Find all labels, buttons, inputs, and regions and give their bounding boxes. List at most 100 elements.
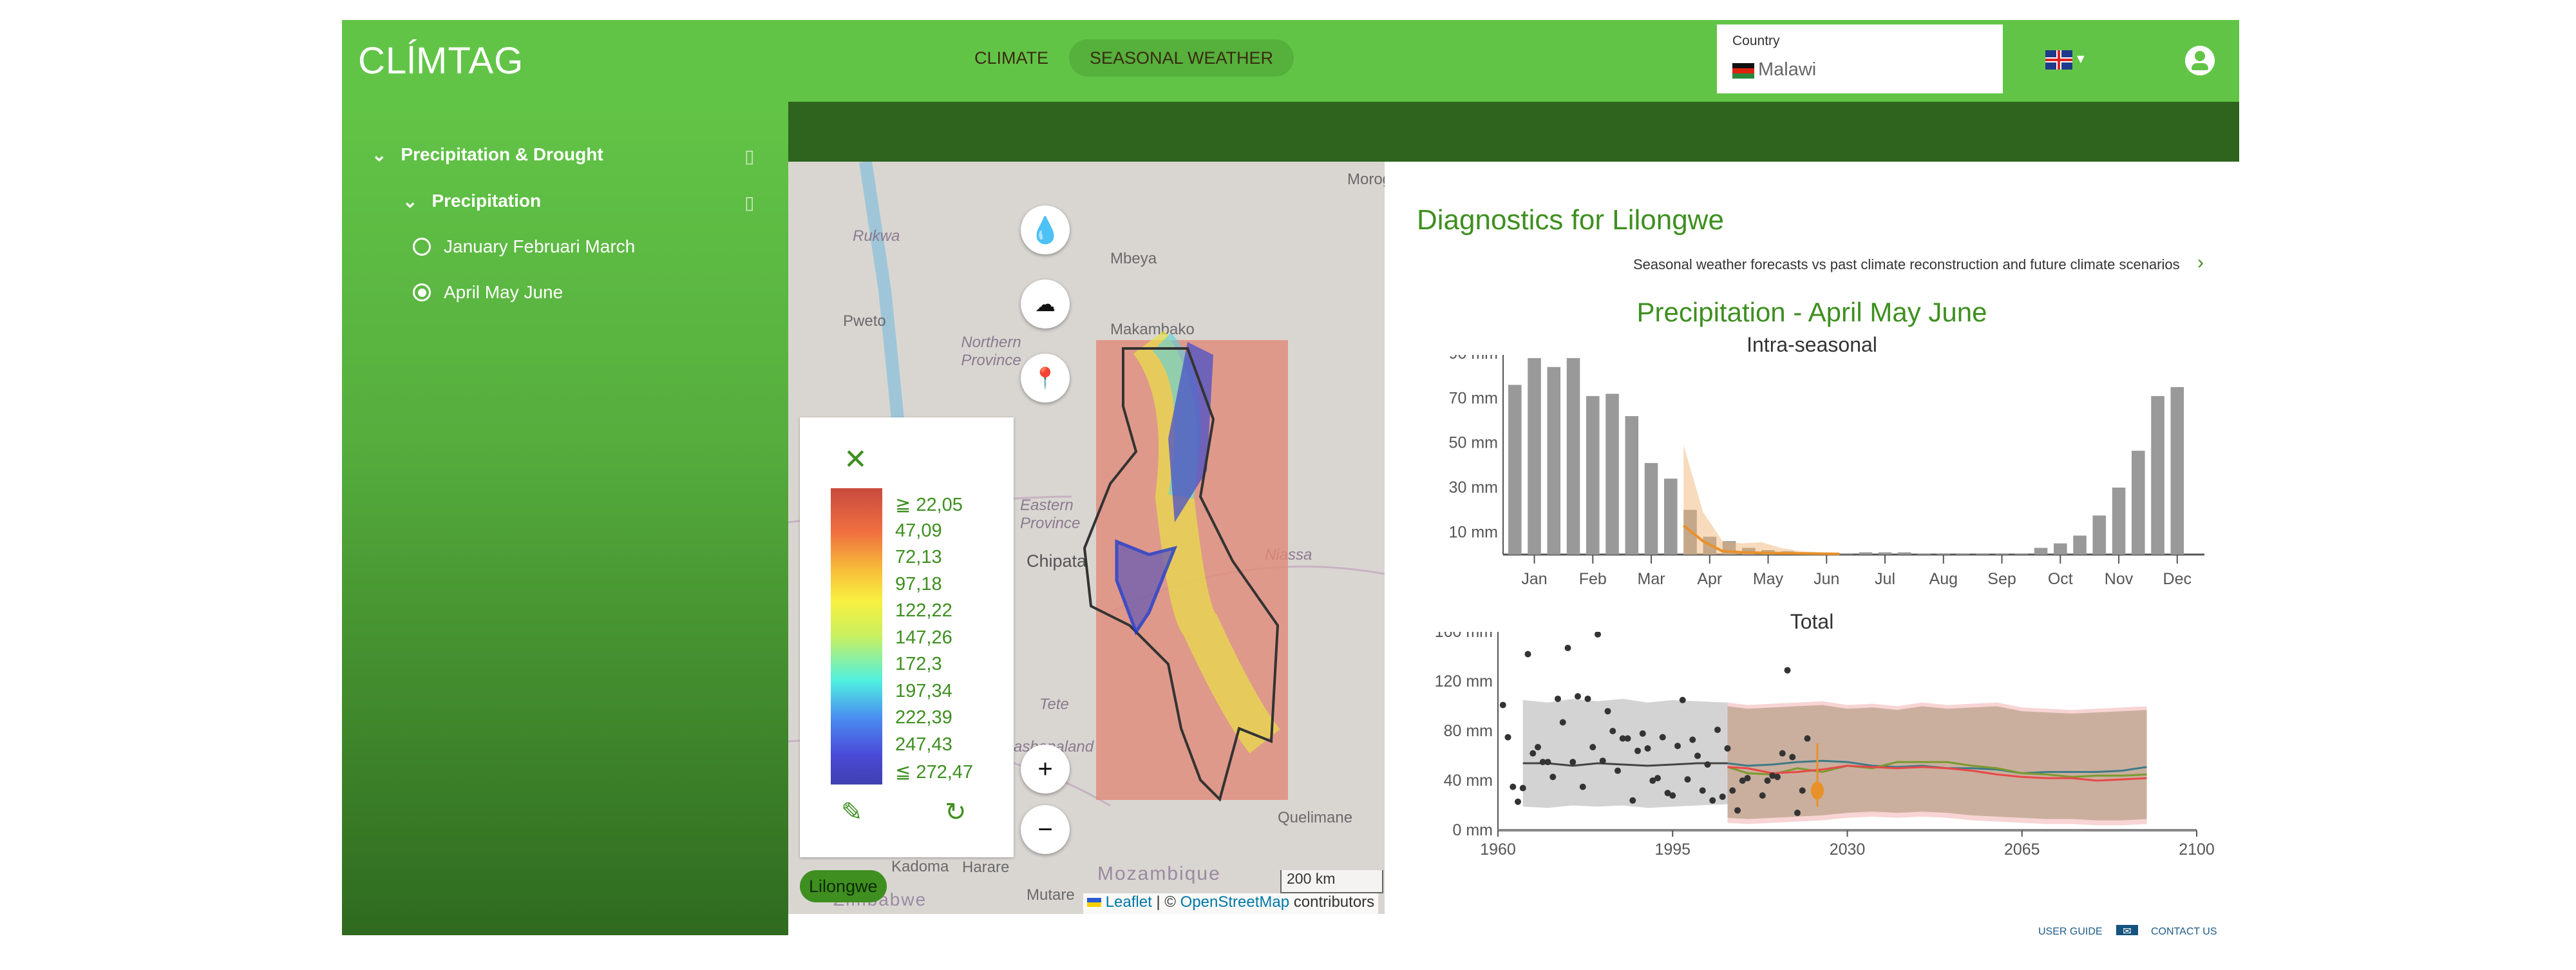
- x-tick-label: May: [1753, 570, 1784, 588]
- x-tick-label: Mar: [1638, 570, 1665, 588]
- uk-flag-icon[interactable]: [2045, 50, 2072, 70]
- observed-point: [1799, 787, 1806, 794]
- legend-label: 247,43: [895, 734, 952, 755]
- map-icon[interactable]: ▯: [744, 192, 754, 213]
- option-jfm[interactable]: January Februari March: [413, 231, 635, 263]
- observed-point: [1729, 787, 1736, 794]
- bar: [1898, 552, 1911, 555]
- observed-point: [1535, 744, 1541, 751]
- x-tick-label: Oct: [2048, 570, 2073, 588]
- attribution: Leaflet | © OpenStreetMap contributors: [1083, 893, 1379, 914]
- zoom-in-button[interactable]: +: [1021, 745, 1070, 794]
- observed-point: [1579, 783, 1586, 790]
- bar: [2014, 553, 2029, 555]
- legend-label: 47,09: [895, 520, 942, 541]
- chevron-right-icon[interactable]: ›: [2197, 252, 2204, 274]
- observed-point: [1634, 747, 1641, 754]
- legend-label: ≦ 272,47: [895, 762, 974, 783]
- x-tick-label: Dec: [2163, 570, 2192, 588]
- bar: [1625, 416, 1639, 555]
- x-tick-label: Feb: [1579, 570, 1607, 588]
- observed-point: [1779, 750, 1786, 757]
- observed-point: [1764, 777, 1771, 784]
- chevron-down-icon: ⌄: [372, 144, 387, 165]
- legend-label: 222,39: [895, 707, 952, 728]
- scale-bar: 200 km: [1280, 870, 1383, 893]
- sidebar-subgroup-precipitation[interactable]: ⌄ Precipitation: [402, 185, 541, 217]
- observed-point: [1784, 667, 1791, 674]
- app-window: CLĺMTAG CLIMATE SEASONAL WEATHER Country…: [342, 20, 2239, 935]
- mail-icon[interactable]: ✉: [2116, 925, 2138, 935]
- observed-point: [1684, 776, 1691, 783]
- map[interactable]: Morogoro Rukwa Mbeya Pweto Makambako Nor…: [788, 162, 1385, 914]
- reset-icon[interactable]: ↻: [945, 797, 967, 827]
- observed-point: [1575, 693, 1581, 700]
- bar: [1878, 552, 1892, 555]
- observed-point: [1609, 728, 1616, 734]
- observed-point: [1589, 744, 1596, 751]
- sidebar-group-precipitation-drought[interactable]: ⌄ Precipitation & Drought: [372, 138, 603, 171]
- observed-point: [1569, 759, 1577, 766]
- diagnostics-panel: Diagnostics for Lilongwe Seasonal weathe…: [1385, 162, 2239, 935]
- chart-title: Precipitation - April May June: [1636, 297, 1987, 327]
- close-icon[interactable]: ✕: [844, 443, 867, 476]
- y-tick-label: 30 mm: [1449, 479, 1498, 497]
- account-circle-icon[interactable]: [2185, 46, 2215, 75]
- leaflet-link[interactable]: Leaflet: [1106, 893, 1152, 911]
- observed-point: [1724, 745, 1731, 752]
- observed-point: [1659, 734, 1666, 741]
- bar: [1859, 552, 1873, 555]
- user-guide-link[interactable]: USER GUIDE: [2038, 926, 2103, 935]
- observed-point: [1654, 775, 1661, 782]
- chevron-down-icon[interactable]: ▼: [2074, 52, 2087, 67]
- observed-point: [1519, 785, 1526, 792]
- y-tick-label: 0 mm: [1453, 821, 1493, 839]
- option-amj[interactable]: April May June: [413, 276, 563, 309]
- observed-point: [1704, 761, 1711, 768]
- bar: [1976, 553, 1989, 555]
- observed-point: [1504, 734, 1511, 741]
- bar: [1528, 357, 1541, 555]
- logo[interactable]: CLĺMTAG: [358, 39, 524, 82]
- observed-point: [1530, 750, 1537, 757]
- radio-unchecked-icon[interactable]: [413, 238, 431, 256]
- bar: [1566, 357, 1580, 555]
- y-tick-label: 90 mm: [1449, 355, 1498, 363]
- radio-checked-icon[interactable]: [413, 283, 431, 301]
- zoom-out-button[interactable]: −: [1021, 805, 1070, 854]
- color-legend: ✕ ≧ 22,05 47,09 72,13 97,18 122,22 147,26 172,…: [800, 417, 1014, 857]
- observed-point: [1674, 743, 1681, 750]
- observed-point: [1555, 695, 1561, 702]
- region-chip[interactable]: Lilongwe: [800, 870, 887, 902]
- x-tick-label: Aug: [1929, 570, 1958, 588]
- water-drop-icon[interactable]: 💧: [1021, 205, 1070, 254]
- observed-point: [1794, 810, 1801, 817]
- comparison-link[interactable]: Seasonal weather forecasts vs past clima…: [1633, 256, 2180, 273]
- contact-us-link[interactable]: CONTACT US: [2151, 926, 2217, 935]
- bar: [1839, 554, 1853, 555]
- bar: [1605, 394, 1619, 555]
- osm-link[interactable]: OpenStreetMap: [1180, 893, 1289, 911]
- bar: [1937, 553, 1951, 555]
- observed-point: [1774, 774, 1781, 781]
- legend-gradient: [831, 488, 882, 785]
- observed-point: [1719, 794, 1726, 801]
- panel-title: Diagnostics for Lilongwe: [1417, 204, 1724, 236]
- legend-label: 97,18: [895, 573, 942, 594]
- cloud-download-icon[interactable]: ☁: [1021, 280, 1070, 328]
- observed-point: [1759, 792, 1766, 799]
- observed-point: [1744, 775, 1751, 782]
- tab-climate[interactable]: CLIMATE: [954, 39, 1069, 77]
- observed-point: [1624, 735, 1631, 742]
- pencil-icon[interactable]: ✎: [841, 797, 863, 827]
- intra-seasonal-title: Intra-seasonal: [1747, 333, 1877, 356]
- map-icon[interactable]: ▯: [744, 146, 754, 167]
- bar: [2170, 387, 2184, 555]
- country-select[interactable]: Country Malawi: [1717, 24, 2003, 93]
- y-tick-label: 70 mm: [1449, 389, 1498, 407]
- location-pin-icon[interactable]: 📍: [1021, 354, 1070, 403]
- legend-label: ≧ 22,05: [895, 495, 963, 515]
- observed-point: [1699, 787, 1706, 794]
- tab-seasonal-weather[interactable]: SEASONAL WEATHER: [1069, 39, 1294, 77]
- bar: [2034, 547, 2048, 555]
